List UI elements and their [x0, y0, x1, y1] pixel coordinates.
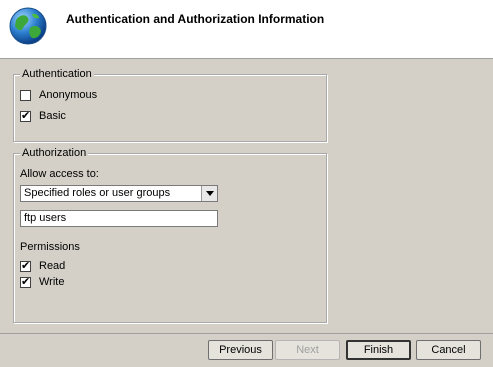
next-button[interactable]: Next [275, 340, 340, 360]
previous-button[interactable]: Previous [208, 340, 273, 360]
permissions-label: Permissions [20, 241, 80, 253]
authentication-legend: Authentication [20, 68, 94, 81]
allow-access-dropdown[interactable]: Specified roles or user groups [20, 185, 218, 202]
wizard-header: Authentication and Authorization Informa… [0, 0, 493, 59]
roles-input[interactable]: ftp users [20, 210, 218, 227]
write-checkbox[interactable] [20, 275, 31, 289]
anonymous-checkbox-row[interactable]: Anonymous [20, 89, 97, 101]
basic-checkbox[interactable] [20, 109, 31, 123]
cancel-button[interactable]: Cancel [416, 340, 481, 360]
finish-button[interactable]: Finish [346, 340, 411, 360]
authorization-legend: Authorization [20, 147, 89, 160]
basic-checkbox-row[interactable]: Basic [20, 109, 66, 123]
write-checkbox-row[interactable]: Write [20, 275, 65, 289]
dropdown-button[interactable] [201, 186, 217, 201]
allow-access-value: Specified roles or user groups [24, 187, 171, 199]
globe-icon [9, 7, 47, 45]
roles-input-value: ftp users [24, 212, 67, 224]
basic-label: Basic [39, 110, 66, 122]
write-label: Write [39, 276, 65, 288]
read-checkbox[interactable] [20, 259, 31, 273]
page-title: Authentication and Authorization Informa… [66, 12, 325, 26]
authentication-group: Authentication [13, 68, 327, 142]
anonymous-checkbox[interactable] [20, 89, 31, 101]
chevron-down-icon [205, 191, 214, 196]
anonymous-label: Anonymous [39, 89, 98, 101]
read-checkbox-row[interactable]: Read [20, 259, 66, 273]
read-label: Read [39, 260, 66, 272]
allow-access-label: Allow access to: [20, 168, 99, 180]
footer-divider [0, 333, 493, 334]
